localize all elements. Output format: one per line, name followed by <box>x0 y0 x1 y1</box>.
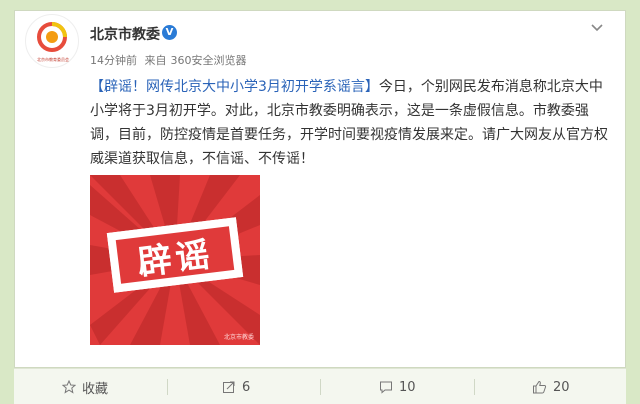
chevron-down-icon[interactable] <box>590 20 604 34</box>
divider <box>167 379 168 395</box>
image-watermark: 北京市教委 <box>223 334 254 341</box>
comment-button[interactable]: 10 <box>379 369 416 404</box>
repost-icon <box>223 381 235 393</box>
post-meta: 14分钟前 来自 360安全浏览器 <box>90 52 251 68</box>
like-count: 20 <box>553 379 570 395</box>
author-name[interactable]: 北京市教委 <box>90 24 160 44</box>
logo-icon <box>37 22 67 52</box>
action-bar: 收藏 6 10 20 <box>14 368 626 404</box>
thumbs-up-icon <box>533 380 547 394</box>
favorite-label: 收藏 <box>82 381 109 397</box>
repost-count: 6 <box>242 379 251 395</box>
divider <box>320 379 321 395</box>
post-time[interactable]: 14分钟前 <box>90 54 137 67</box>
favorite-button[interactable]: 收藏 <box>62 369 108 404</box>
post-content: 【辟谣！网传北京大中小学3月初开学系谣言】今日，个别网民发布消息称北京大中小学将… <box>90 75 610 171</box>
like-button[interactable]: 20 <box>532 369 570 404</box>
post-source[interactable]: 360安全浏览器 <box>171 54 247 67</box>
divider <box>474 379 475 395</box>
verified-icon: V <box>162 25 177 40</box>
avatar-caption: 北京市教育委员会 <box>37 57 69 62</box>
post-topic-link[interactable]: 【辟谣！网传北京大中小学3月初开学系谣言】 <box>90 79 379 95</box>
source-prefix: 来自 <box>144 54 167 67</box>
post-image[interactable]: 辟谣 北京市教委 <box>90 175 260 345</box>
avatar[interactable]: 北京市教育委员会 <box>25 14 79 68</box>
repost-button[interactable]: 6 <box>222 369 250 404</box>
comment-count: 10 <box>399 379 416 395</box>
weibo-card: 北京市教育委员会 北京市教委 V 14分钟前 来自 360安全浏览器 【辟谣！网传… <box>0 0 640 404</box>
comment-icon <box>380 381 392 394</box>
star-icon <box>62 380 76 394</box>
stamp-text: 辟谣 <box>115 226 235 284</box>
